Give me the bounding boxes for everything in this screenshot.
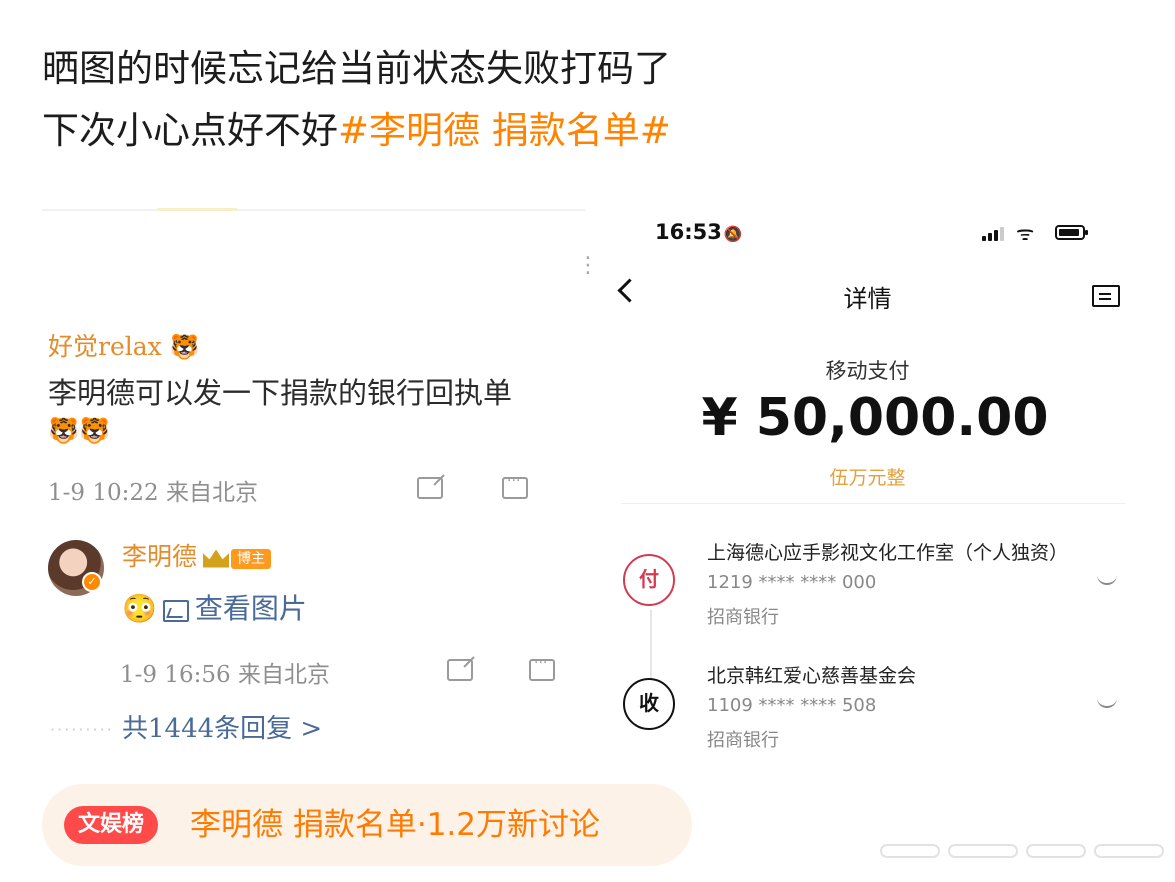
bell-off-icon: 🔕 (723, 225, 743, 243)
status-bar-time: 16:53 🔕 (655, 220, 743, 244)
status-time-text: 16:53 (655, 220, 722, 244)
comment-emojis: 🐯🐯 (48, 416, 111, 445)
tiger-emoji-icon: 🐯 (169, 333, 200, 361)
post-line-2-text: 下次小心点好不好 (42, 109, 338, 152)
wifi-icon: ᯤ (1016, 221, 1035, 245)
divider (621, 503, 1126, 504)
amount-in-words: 伍万元整 (829, 467, 906, 489)
post-line-1: 晒图的时候忘记给当前状态失败打码了 (42, 47, 671, 90)
payer-bank: 招商银行 (707, 607, 779, 628)
payment-amount: ¥ 50,000.00 (701, 388, 1049, 448)
comment-text: 李明德可以发一下捐款的银行回执单 (48, 376, 513, 410)
share-icon[interactable] (447, 659, 473, 681)
trending-badge: 文娱榜 (64, 806, 159, 844)
post-line-2: 下次小心点好不好#李明德 捐款名单# (42, 100, 1142, 162)
eye-closed-icon[interactable] (1097, 575, 1117, 585)
payer-account: 1219 **** **** 000 (707, 572, 877, 593)
message-icon[interactable] (1092, 285, 1120, 307)
reply-meta: 1-9 16:56 来自北京 (120, 662, 330, 688)
eye-closed-icon[interactable] (1097, 698, 1117, 708)
post-text: 晒图的时候忘记给当前状态失败打码了 下次小心点好不好#李明德 捐款名单# (42, 38, 1142, 162)
image-icon (162, 599, 189, 622)
comment-username-text[interactable]: 好觉relax (48, 332, 162, 361)
reply-username[interactable]: 李明德 博主 (122, 537, 272, 573)
share-icon[interactable] (417, 477, 443, 499)
blogger-badge: 博主 (231, 548, 272, 569)
payee-account: 1109 **** **** 508 (707, 695, 877, 716)
divider (42, 208, 585, 211)
crown-icon (203, 549, 230, 568)
timeline-connector (650, 610, 652, 685)
battery-icon (1055, 225, 1088, 240)
payer-badge: 付 (623, 554, 675, 606)
comment-username[interactable]: 好觉relax 🐯 (48, 327, 200, 363)
payee-name: 北京韩红爱心慈善基金会 (707, 665, 917, 687)
hashtag-link[interactable]: #李明德 捐款名单# (338, 109, 671, 152)
payee-bank: 招商银行 (707, 730, 779, 751)
comment-meta: 1-9 10:22 来自北京 (48, 480, 258, 506)
payment-detail-screenshot: 16:53 🔕 ᯤ 详情 移动支付 ¥ 50,000.00 伍万元整 付 上海德心… (595, 205, 1140, 765)
reply-username-text[interactable]: 李明德 (122, 542, 197, 571)
signal-icon (982, 227, 1006, 241)
comment-screenshot: ⋮ 好觉relax 🐯 李明德可以发一下捐款的银行回执单 🐯🐯 1-9 10:2… (42, 205, 599, 765)
view-image-link[interactable]: 查看图片 (195, 592, 307, 625)
trending-banner[interactable]: 文娱榜 李明德 捐款名单·1.2万新讨论 (42, 784, 692, 866)
replies-link[interactable]: 共1444条回复 > (122, 708, 322, 745)
tab-indicator (157, 208, 237, 211)
page-title: 详情 (843, 285, 892, 313)
comment-icon[interactable] (502, 473, 528, 499)
trending-topic[interactable]: 李明德 捐款名单·1.2万新讨论 (190, 802, 600, 848)
payment-type: 移动支付 (825, 359, 910, 383)
watermark (880, 840, 1165, 862)
reply-content: 😳 查看图片 (122, 587, 307, 627)
comment-icon[interactable] (529, 655, 555, 681)
payer-name: 上海德心应手影视文化工作室（个人独资） (707, 542, 1069, 564)
verified-badge-icon: ✓ (82, 572, 102, 592)
thread-line: ········· (50, 720, 114, 739)
flushed-emoji-icon: 😳 (122, 592, 157, 625)
payee-badge: 收 (623, 678, 675, 730)
